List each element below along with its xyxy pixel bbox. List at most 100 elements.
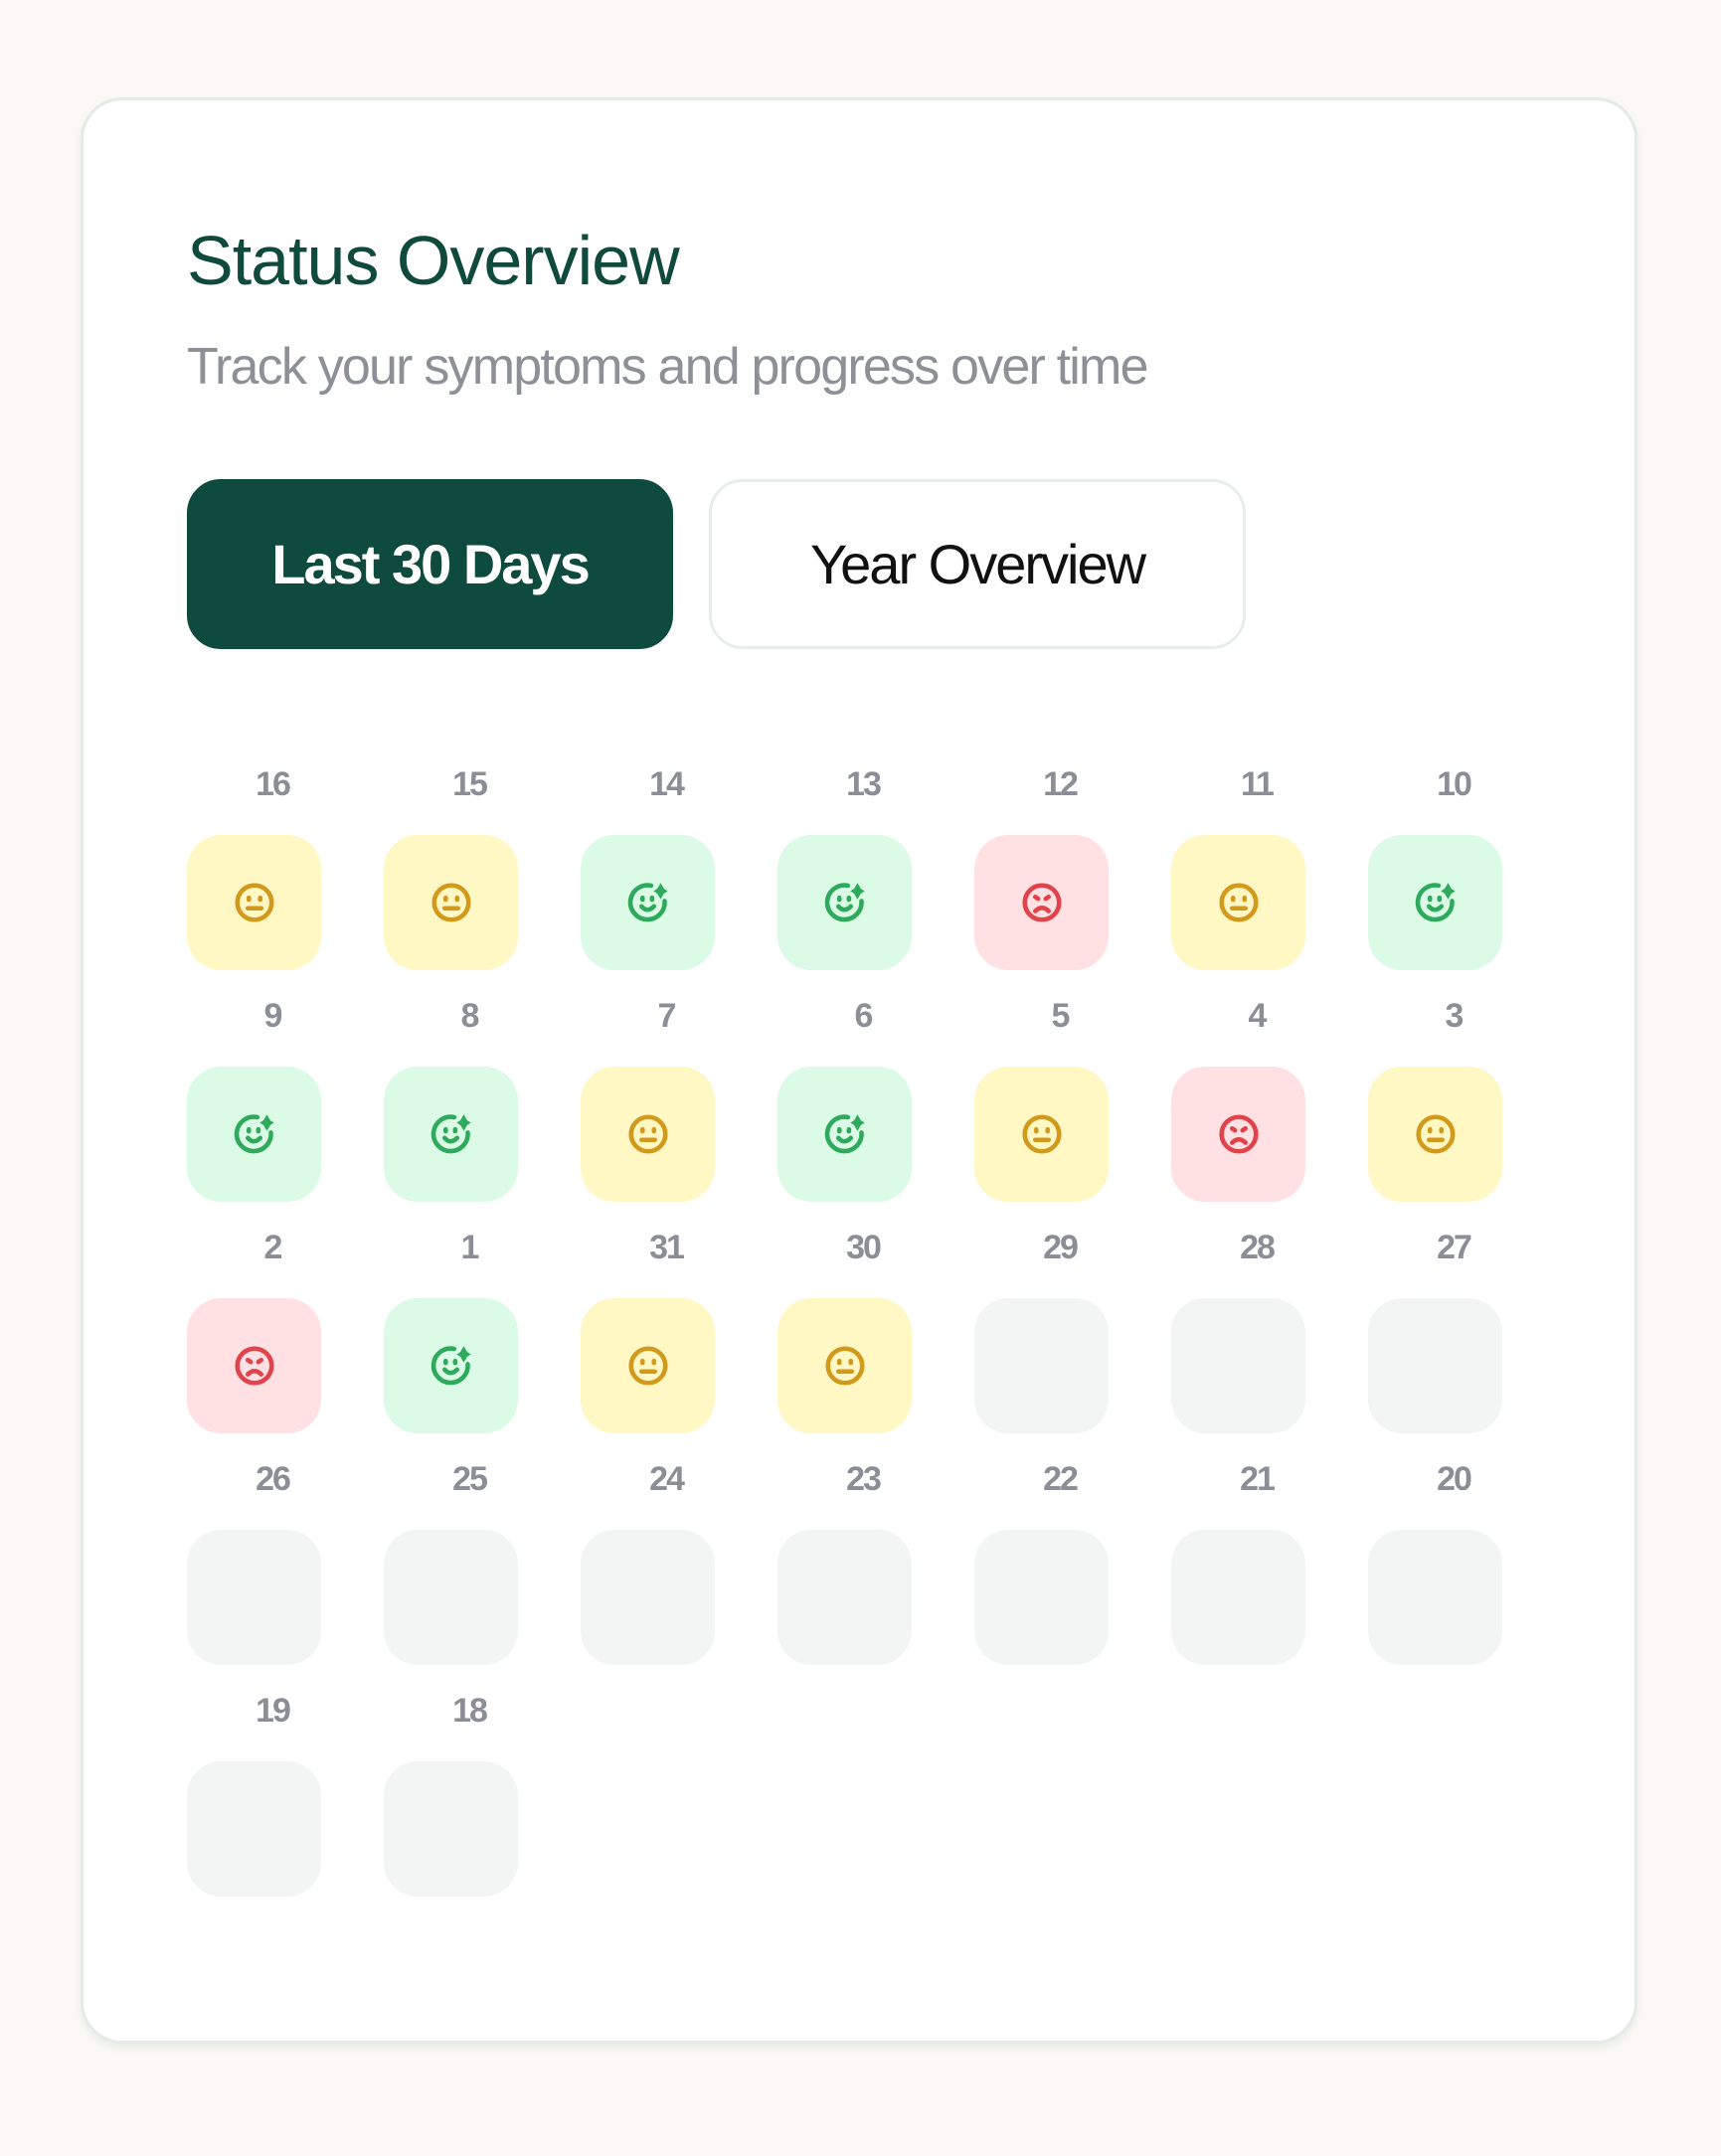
day-label: 29 (1043, 1229, 1079, 1266)
day-status-cell-good[interactable] (384, 1067, 518, 1202)
status-overview-card: Status Overview Track your symptoms and … (81, 97, 1637, 2044)
day-item: 16 (187, 764, 321, 970)
day-item: 15 (384, 764, 518, 970)
day-status-cell-good[interactable] (187, 1067, 321, 1202)
day-label: 25 (452, 1460, 488, 1498)
day-status-grid: 16 15 14 13 12 11 10 9 8 7 6 5 4 3 2 1 31 30 29 28 27 26 25 24 2… (187, 764, 1579, 1897)
day-status-cell-empty[interactable] (187, 1761, 321, 1897)
card-title: Status Overview (187, 222, 680, 299)
day-label: 22 (1043, 1460, 1079, 1498)
day-label: 7 (657, 997, 677, 1035)
day-status-cell-empty[interactable] (1368, 1298, 1502, 1433)
neutral-face-icon (625, 1343, 671, 1389)
day-item: 23 (777, 1459, 912, 1665)
day-label: 31 (649, 1229, 685, 1266)
day-status-cell-empty[interactable] (384, 1761, 518, 1897)
day-item: 2 (187, 1228, 321, 1433)
neutral-face-icon (1019, 1111, 1065, 1157)
day-label: 13 (846, 765, 882, 803)
neutral-face-icon (232, 880, 277, 925)
day-item: 8 (384, 996, 518, 1202)
day-label: 20 (1437, 1460, 1472, 1498)
day-label: 27 (1437, 1229, 1472, 1266)
day-status-cell-good[interactable] (777, 1067, 912, 1202)
day-item: 30 (777, 1228, 912, 1433)
day-item: 22 (974, 1459, 1109, 1665)
day-label: 11 (1241, 765, 1275, 803)
day-status-cell-neutral[interactable] (384, 835, 518, 970)
day-status-cell-empty[interactable] (974, 1530, 1109, 1665)
day-item: 1 (384, 1228, 518, 1433)
day-label: 3 (1445, 997, 1464, 1035)
neutral-face-icon (1216, 880, 1262, 925)
day-status-cell-neutral[interactable] (1368, 1067, 1502, 1202)
day-item: 3 (1368, 996, 1502, 1202)
sad-face-icon (1216, 1111, 1262, 1157)
day-item: 27 (1368, 1228, 1502, 1433)
neutral-face-icon (822, 1343, 868, 1389)
day-status-cell-good[interactable] (777, 835, 912, 970)
day-item: 9 (187, 996, 321, 1202)
day-label: 8 (460, 997, 480, 1035)
day-label: 6 (854, 997, 874, 1035)
day-status-cell-empty[interactable] (777, 1530, 912, 1665)
day-status-cell-empty[interactable] (384, 1530, 518, 1665)
day-status-cell-neutral[interactable] (1171, 835, 1305, 970)
day-item: 26 (187, 1459, 321, 1665)
day-status-cell-neutral[interactable] (777, 1298, 912, 1433)
sad-face-icon (1019, 880, 1065, 925)
day-item: 11 (1171, 764, 1305, 970)
day-status-cell-empty[interactable] (974, 1298, 1109, 1433)
day-label: 1 (460, 1229, 480, 1266)
sad-face-icon (232, 1343, 277, 1389)
day-status-cell-bad[interactable] (187, 1298, 321, 1433)
day-item: 28 (1171, 1228, 1305, 1433)
day-item: 12 (974, 764, 1109, 970)
day-item: 18 (384, 1691, 518, 1897)
day-status-cell-neutral[interactable] (581, 1067, 715, 1202)
day-label: 5 (1051, 997, 1071, 1035)
happy-face-sparkle-icon (1413, 880, 1459, 925)
view-toggle: Last 30 Days Year Overview (187, 479, 1246, 649)
day-status-cell-neutral[interactable] (974, 1067, 1109, 1202)
day-status-cell-empty[interactable] (1171, 1298, 1305, 1433)
day-status-cell-neutral[interactable] (187, 835, 321, 970)
day-label: 4 (1248, 997, 1268, 1035)
day-status-cell-empty[interactable] (187, 1530, 321, 1665)
day-status-cell-empty[interactable] (1368, 1530, 1502, 1665)
tab-last-30-days[interactable]: Last 30 Days (187, 479, 673, 649)
day-status-cell-neutral[interactable] (581, 1298, 715, 1433)
day-item: 13 (777, 764, 912, 970)
neutral-face-icon (1413, 1111, 1459, 1157)
day-status-cell-bad[interactable] (974, 835, 1109, 970)
happy-face-sparkle-icon (822, 1111, 868, 1157)
day-status-cell-good[interactable] (581, 835, 715, 970)
day-label: 15 (452, 765, 488, 803)
day-label: 12 (1043, 765, 1079, 803)
day-item: 31 (581, 1228, 715, 1433)
happy-face-sparkle-icon (429, 1111, 474, 1157)
card-subtitle: Track your symptoms and progress over ti… (187, 338, 1149, 396)
day-status-cell-empty[interactable] (1171, 1530, 1305, 1665)
day-label: 18 (452, 1692, 488, 1730)
day-item: 21 (1171, 1459, 1305, 1665)
happy-face-sparkle-icon (232, 1111, 277, 1157)
day-item: 14 (581, 764, 715, 970)
day-label: 19 (256, 1692, 291, 1730)
day-label: 30 (846, 1229, 882, 1266)
day-label: 9 (263, 997, 283, 1035)
day-item: 4 (1171, 996, 1305, 1202)
day-item: 7 (581, 996, 715, 1202)
tab-year-overview[interactable]: Year Overview (709, 479, 1246, 649)
day-status-cell-bad[interactable] (1171, 1067, 1305, 1202)
day-item: 5 (974, 996, 1109, 1202)
day-label: 16 (256, 765, 291, 803)
neutral-face-icon (429, 880, 474, 925)
day-status-cell-good[interactable] (384, 1298, 518, 1433)
day-status-cell-empty[interactable] (581, 1530, 715, 1665)
day-item: 19 (187, 1691, 321, 1897)
day-label: 14 (649, 765, 685, 803)
day-label: 10 (1437, 765, 1472, 803)
day-status-cell-good[interactable] (1368, 835, 1502, 970)
neutral-face-icon (625, 1111, 671, 1157)
